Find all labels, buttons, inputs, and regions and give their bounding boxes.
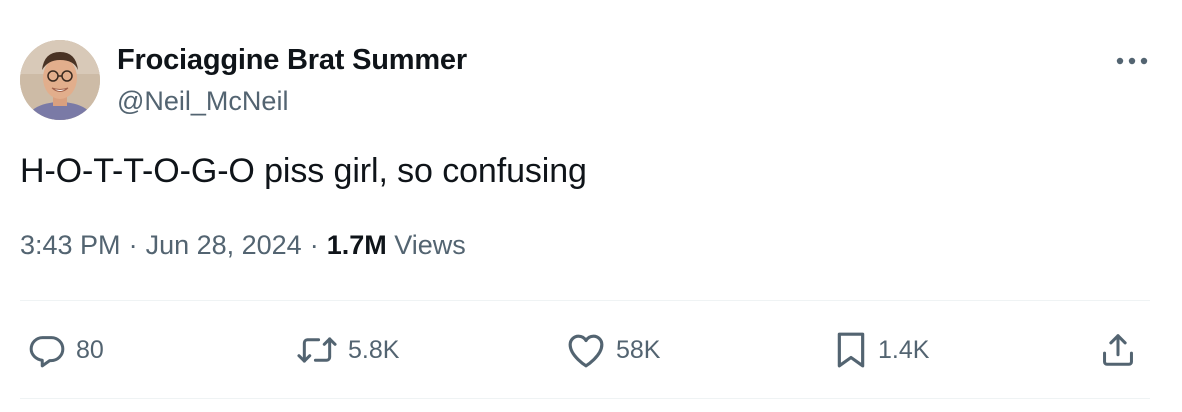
- divider: [20, 398, 1150, 399]
- meta-separator: ·: [128, 230, 138, 260]
- reply-count: 80: [76, 335, 104, 364]
- avatar-photo: [20, 40, 100, 120]
- user-handle[interactable]: @Neil_McNeil: [117, 86, 288, 117]
- bookmark-button[interactable]: 1.4K: [834, 328, 929, 372]
- repost-count: 5.8K: [348, 335, 400, 364]
- avatar[interactable]: [20, 40, 100, 120]
- reply-button[interactable]: 80: [28, 328, 104, 372]
- tweet-card: Frociaggine Brat Summer @Neil_McNeil H-O…: [0, 0, 1182, 412]
- bookmark-icon: [837, 332, 865, 368]
- tweet-text: H-O-T-T-O-G-O piss girl, so confusing: [20, 152, 587, 190]
- tweet-meta: 3:43 PM · Jun 28, 2024 · 1.7M Views: [20, 230, 466, 261]
- more-options-button[interactable]: [1112, 46, 1152, 76]
- views-label: Views: [394, 230, 466, 260]
- like-button[interactable]: 58K: [566, 328, 660, 372]
- reply-bubble-icon: [29, 336, 65, 368]
- divider: [20, 300, 1150, 301]
- display-name[interactable]: Frociaggine Brat Summer: [117, 44, 467, 77]
- repost-button[interactable]: 5.8K: [296, 328, 399, 372]
- tweet-date[interactable]: Jun 28, 2024: [146, 230, 302, 260]
- share-button[interactable]: [1100, 328, 1136, 372]
- meta-separator: ·: [309, 230, 319, 260]
- views-count: 1.7M: [326, 230, 387, 260]
- like-count: 58K: [616, 335, 661, 364]
- repost-arrows-icon: [297, 337, 337, 363]
- heart-icon: [568, 334, 604, 368]
- bookmark-count: 1.4K: [878, 335, 930, 364]
- share-upload-icon: [1103, 334, 1133, 366]
- more-horizontal-icon: [1116, 57, 1148, 65]
- tweet-time[interactable]: 3:43 PM: [20, 230, 121, 260]
